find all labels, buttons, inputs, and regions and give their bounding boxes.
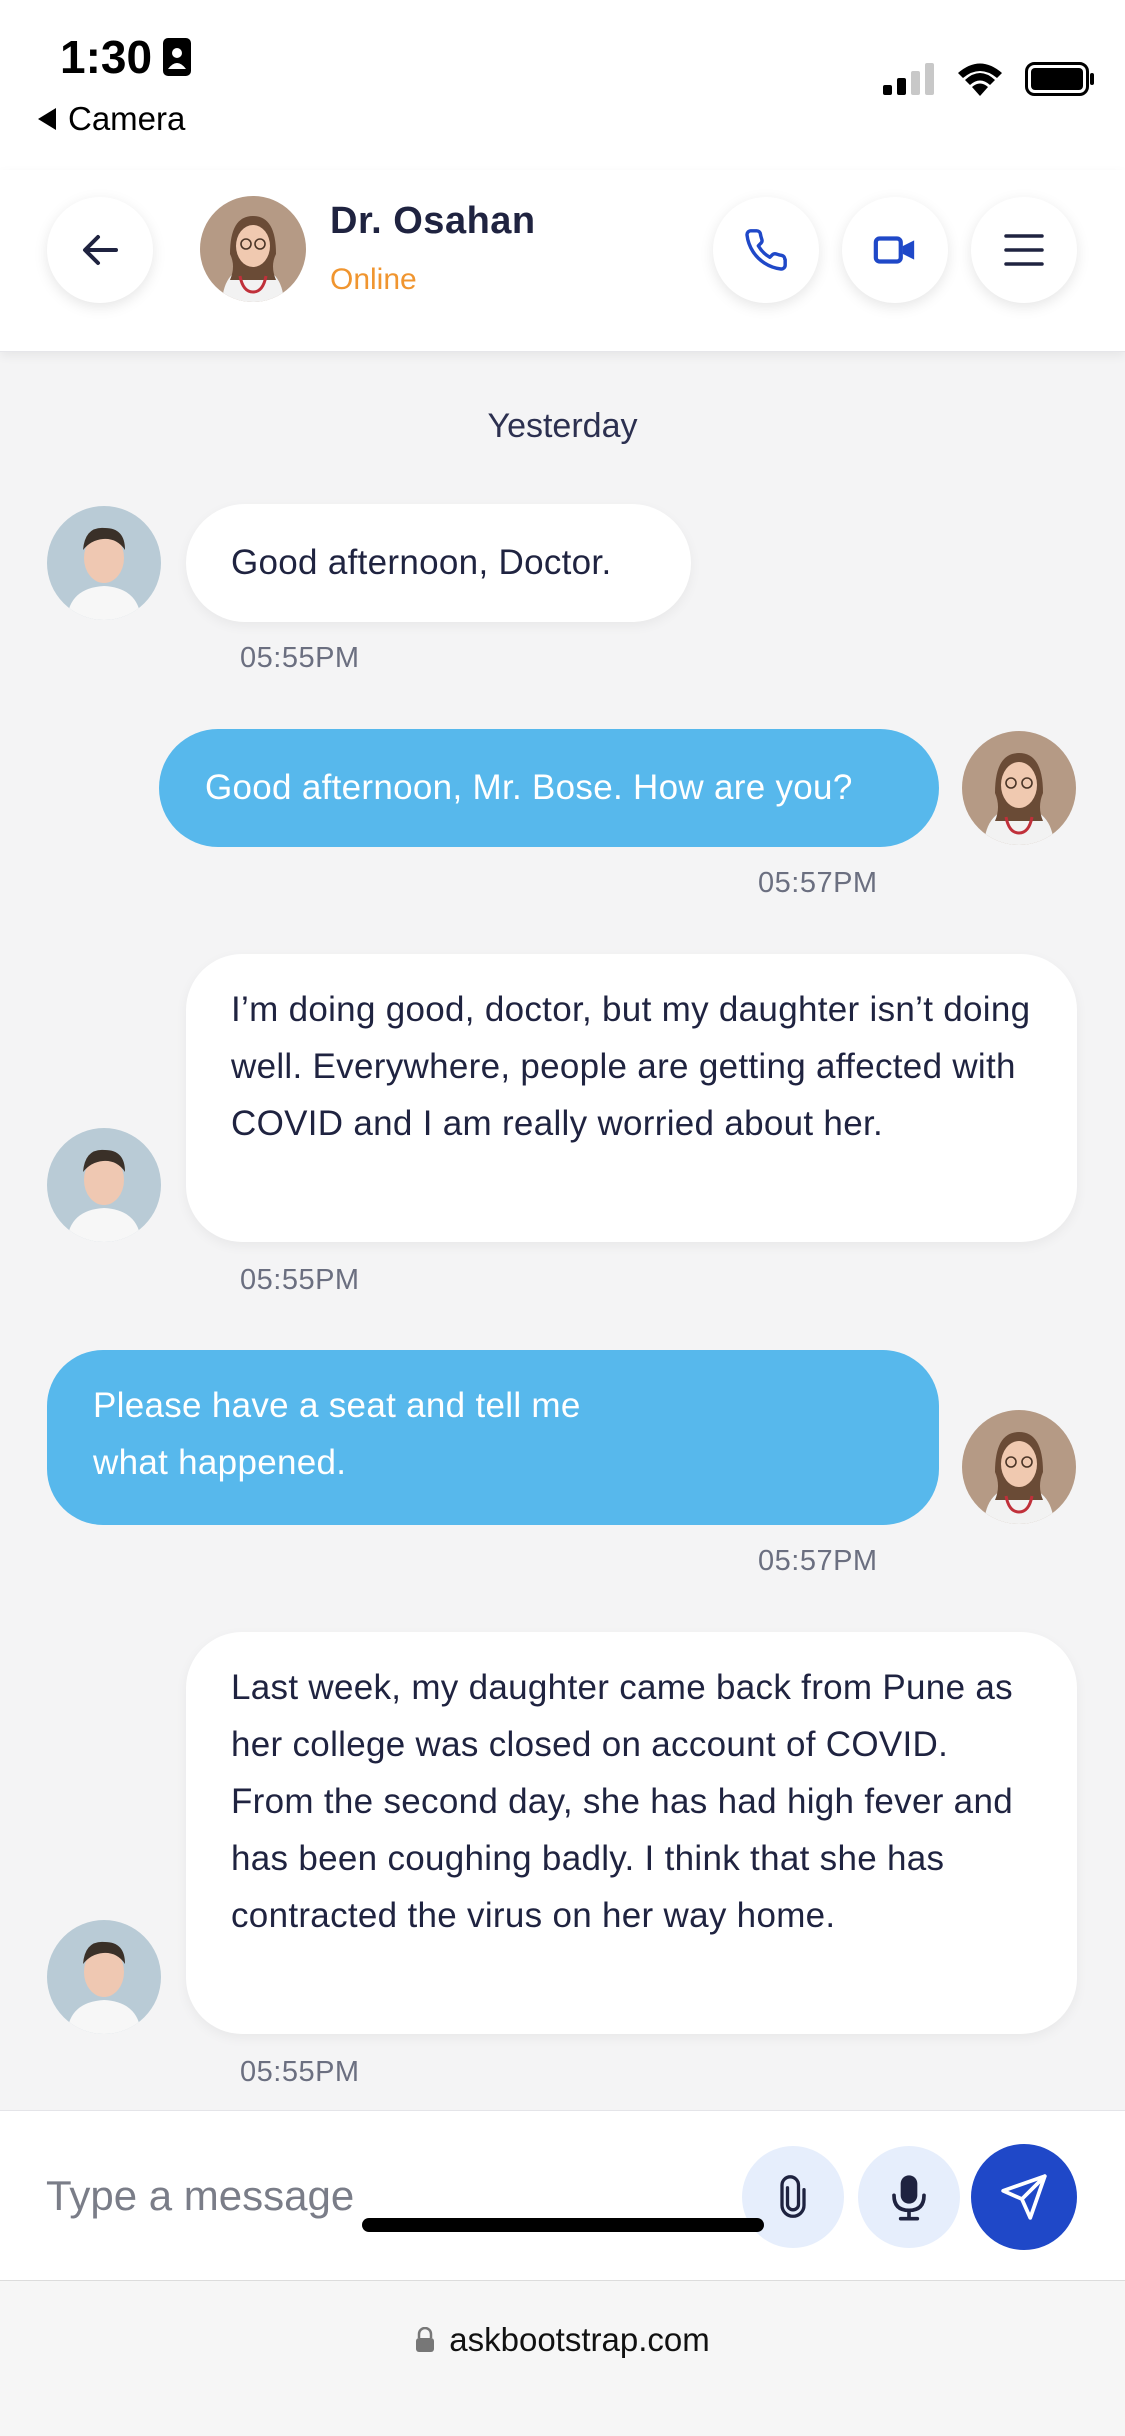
- patient-avatar[interactable]: [47, 1920, 161, 2034]
- doctor-avatar[interactable]: [200, 196, 306, 302]
- message-list[interactable]: Yesterday Good afternoon, Doctor. 05:55P…: [0, 352, 1125, 2110]
- message-time: 05:57PM: [758, 867, 878, 899]
- status-time-group: 1:30: [60, 30, 192, 84]
- back-button[interactable]: [47, 197, 153, 303]
- doctor-avatar[interactable]: [962, 1410, 1076, 1524]
- attach-button[interactable]: [742, 2146, 844, 2248]
- message-bubble-incoming[interactable]: Last week, my daughter came back from Pu…: [186, 1632, 1077, 2034]
- status-time: 1:30: [60, 31, 153, 83]
- message-text: I’m doing good, doctor, but my daughter …: [231, 990, 1031, 1143]
- browser-address-bar[interactable]: askbootstrap.com: [0, 2280, 1125, 2436]
- message-time: 05:55PM: [240, 2056, 360, 2088]
- chat-header: Dr. Osahan Online: [0, 170, 1125, 352]
- message-bubble-incoming[interactable]: I’m doing good, doctor, but my daughter …: [186, 954, 1077, 1242]
- date-separator: Yesterday: [487, 407, 638, 445]
- person-card-icon: [163, 38, 192, 76]
- lock-icon: [416, 2327, 435, 2352]
- home-indicator[interactable]: [362, 2218, 764, 2232]
- message-bubble-outgoing[interactable]: Good afternoon, Mr. Bose. How are you?: [159, 729, 939, 847]
- menu-button[interactable]: [971, 197, 1077, 303]
- message-time: 05:57PM: [758, 1545, 878, 1577]
- battery-icon: [1025, 62, 1094, 96]
- message-bubble-outgoing[interactable]: Please have a seat and tell me what happ…: [47, 1350, 939, 1525]
- doctor-avatar[interactable]: [962, 731, 1076, 845]
- paperclip-icon: [780, 2175, 806, 2218]
- contact-status: Online: [330, 263, 417, 296]
- hamburger-menu-icon: [1004, 234, 1044, 266]
- message-composer: [0, 2110, 1125, 2280]
- patient-avatar[interactable]: [47, 1128, 161, 1242]
- video-call-button[interactable]: [842, 197, 948, 303]
- phone-icon: [745, 229, 787, 271]
- message-text: Last week, my daughter came back from Pu…: [231, 1668, 1013, 1935]
- wifi-icon: [958, 63, 1002, 96]
- send-paper-plane-icon: [1001, 2174, 1047, 2220]
- send-button[interactable]: [971, 2144, 1077, 2250]
- back-to-app-link[interactable]: Camera: [38, 100, 185, 138]
- signal-icon: [883, 63, 934, 95]
- microphone-icon: [892, 2175, 926, 2221]
- arrow-left-icon: [83, 235, 118, 265]
- video-camera-icon: [873, 236, 915, 264]
- message-bubble-incoming[interactable]: Good afternoon, Doctor.: [186, 504, 691, 622]
- message-time: 05:55PM: [240, 1264, 360, 1296]
- message-text: Good afternoon, Doctor.: [231, 543, 612, 582]
- message-time: 05:55PM: [240, 642, 360, 674]
- message-text: Good afternoon, Mr. Bose. How are you?: [205, 768, 853, 807]
- message-text: Please have a seat and tell me what happ…: [93, 1386, 581, 1482]
- url-text: askbootstrap.com: [449, 2321, 710, 2358]
- back-triangle-icon: [38, 108, 56, 130]
- contact-name: Dr. Osahan: [330, 200, 536, 242]
- back-app-label: Camera: [68, 100, 186, 137]
- status-bar: 1:30 Camera: [0, 0, 1125, 170]
- patient-avatar[interactable]: [47, 506, 161, 620]
- status-icons: [883, 62, 1095, 96]
- url-display[interactable]: askbootstrap.com: [0, 2321, 1125, 2359]
- voice-message-button[interactable]: [858, 2146, 960, 2248]
- voice-call-button[interactable]: [713, 197, 819, 303]
